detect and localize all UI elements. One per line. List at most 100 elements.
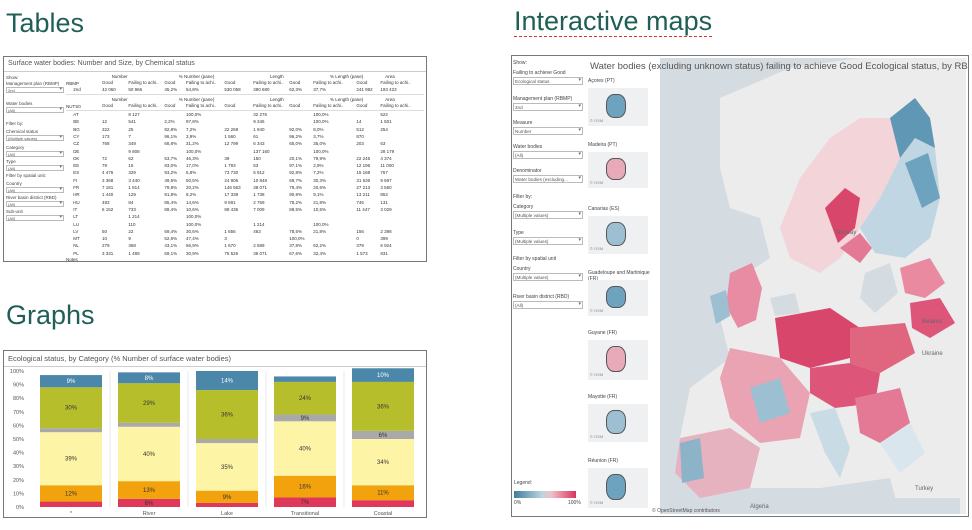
table-filter-sidebar: Show:Management plan (RBMP)2nd Water bodi…	[6, 73, 64, 259]
rbmp-header: RBMP	[66, 81, 80, 86]
table-filter: Chemical status (Multiple values)	[6, 129, 64, 141]
table-cell: 11 447	[356, 206, 370, 212]
table-cell: 10,5%	[313, 206, 326, 212]
inset-credit: © OSM	[590, 372, 604, 377]
table-dashboard: Surface water bodies: Number and Size, b…	[3, 56, 427, 262]
rbmp-cell: 62,3%	[289, 87, 302, 92]
filter-label: Filter by spatial unit	[513, 256, 557, 262]
filter-dropdown[interactable]: (All)	[6, 107, 64, 113]
table-cell: 254	[380, 126, 388, 132]
europe-map[interactable]: Norway Belarus Ukraine Turkey Algeria	[660, 58, 966, 514]
table-cell: 90,9%	[289, 192, 302, 198]
bar-segment	[40, 428, 102, 433]
map-filter: Filter by spatial unit	[513, 256, 583, 262]
filter-dropdown[interactable]: (All)	[513, 301, 583, 309]
table-cell: 9,1%	[313, 192, 324, 198]
inset-credit: © OSM	[590, 434, 604, 439]
filter-dropdown[interactable]: (All)	[513, 151, 583, 159]
filter-dropdown[interactable]: (All)	[6, 201, 64, 207]
filter-label: Water bodies	[6, 101, 33, 106]
table-cell: 21,8%	[313, 228, 326, 234]
column-group-header: Length	[270, 97, 284, 102]
filter-dropdown[interactable]: (Multiple values)	[513, 211, 583, 219]
inset-region-shape	[606, 158, 626, 180]
tables-heading: Tables	[6, 8, 85, 38]
table-cell: 131	[380, 199, 388, 205]
table-cell: 67,6%	[289, 250, 302, 256]
table-cell: 3 560	[380, 185, 392, 190]
filter-dropdown[interactable]: (All)	[6, 215, 64, 221]
table-cell: 541	[128, 119, 136, 125]
table-filter: Water bodies (All)	[6, 101, 64, 113]
filter-dropdown[interactable]: (All)	[6, 187, 64, 193]
filter-dropdown[interactable]: Number	[513, 127, 583, 135]
table-filter: Type (All)	[6, 159, 64, 171]
y-tick-label: 100%	[10, 369, 24, 375]
table-cell: 8,0%	[313, 126, 324, 132]
column-group-header: Area	[385, 74, 395, 79]
y-tick-label: 40%	[13, 451, 24, 457]
data-label: 12%	[65, 491, 78, 497]
table-cell: 7,2%	[186, 126, 197, 132]
table-cell: 43,1%	[164, 243, 178, 249]
table-cell: HU	[73, 199, 80, 205]
table-cell: 27 213	[356, 185, 371, 190]
table-cell: 4 374	[380, 155, 392, 161]
data-label: 11%	[377, 491, 389, 497]
table-cell: 92,8%	[289, 170, 302, 176]
table-cell: 46,3%	[186, 155, 199, 161]
table-cell: 79,9%	[313, 155, 326, 161]
table-cell: 22 268	[224, 126, 239, 132]
table-cell: LV	[73, 228, 79, 234]
filter-label: Country	[6, 181, 22, 186]
filter-dropdown[interactable]: Ecological status	[513, 77, 583, 85]
table-cell: 62	[128, 155, 134, 161]
table-cell: 78,2%	[289, 199, 302, 205]
maps-heading: Interactive maps	[514, 6, 713, 37]
table-cell: DK	[73, 155, 80, 161]
filter-dropdown[interactable]: (Multiple values)	[6, 135, 64, 141]
data-label: 7%	[301, 500, 310, 506]
filter-dropdown[interactable]: 2nd	[513, 103, 583, 111]
data-label: 9%	[223, 495, 232, 501]
column-group-header: Length	[270, 74, 284, 79]
filter-dropdown[interactable]: 2nd	[6, 87, 64, 93]
inset-label: Açores (PT)	[588, 78, 615, 84]
filter-dropdown[interactable]: (All)	[6, 151, 64, 157]
filter-label: Show:	[6, 75, 19, 80]
table-cell: 52,6%	[164, 236, 178, 242]
data-label: 39%	[65, 457, 78, 463]
data-label: 8%	[145, 376, 154, 382]
table-cell: 69,7%	[289, 177, 302, 183]
table-cell: CZ	[73, 141, 80, 147]
table-cell: 12	[102, 119, 108, 125]
filter-dropdown[interactable]: (Multiple values)	[513, 273, 583, 281]
filter-dropdown[interactable]: Water bodies (excluding...	[513, 175, 583, 183]
filter-dropdown[interactable]: (All)	[6, 165, 64, 171]
data-label: 16%	[299, 485, 312, 491]
filter-label: Show:	[513, 60, 527, 66]
graph-dashboard: Ecological status, by Category (% Number…	[3, 350, 427, 518]
filter-label: Denominator	[513, 168, 542, 174]
nuts-header: NUTS0	[66, 104, 81, 109]
legend-min-label: 0%	[514, 500, 522, 506]
table-cell: 97,1%	[289, 163, 302, 169]
table-cell: 5 912	[253, 170, 265, 176]
table-cell: 7	[128, 133, 131, 139]
filter-label: Management plan (RBMP)	[6, 81, 60, 86]
table-cell: 53	[253, 163, 259, 169]
table-title: Surface water bodies: Number and Size, b…	[8, 60, 195, 67]
table-cell: 92,8%	[164, 126, 178, 132]
table-cell: 85,4%	[164, 199, 178, 205]
rbmp-cell: 241 992	[356, 87, 373, 92]
table-cell: 79,8%	[164, 185, 178, 190]
rbmp-cell: 37,7%	[313, 87, 326, 92]
table-cell: 62,2%	[313, 243, 326, 249]
data-label: 24%	[299, 396, 312, 402]
table-cell: 3 440	[128, 177, 140, 183]
table-cell: 870	[356, 133, 364, 139]
table-filter: Sub-unit (All)	[6, 209, 64, 221]
map-title: Water bodies (excluding unknown status) …	[590, 61, 969, 72]
filter-dropdown[interactable]: (Multiple values)	[513, 237, 583, 245]
data-table: Number % Number (pane) Length % Length (pan…	[66, 73, 424, 261]
